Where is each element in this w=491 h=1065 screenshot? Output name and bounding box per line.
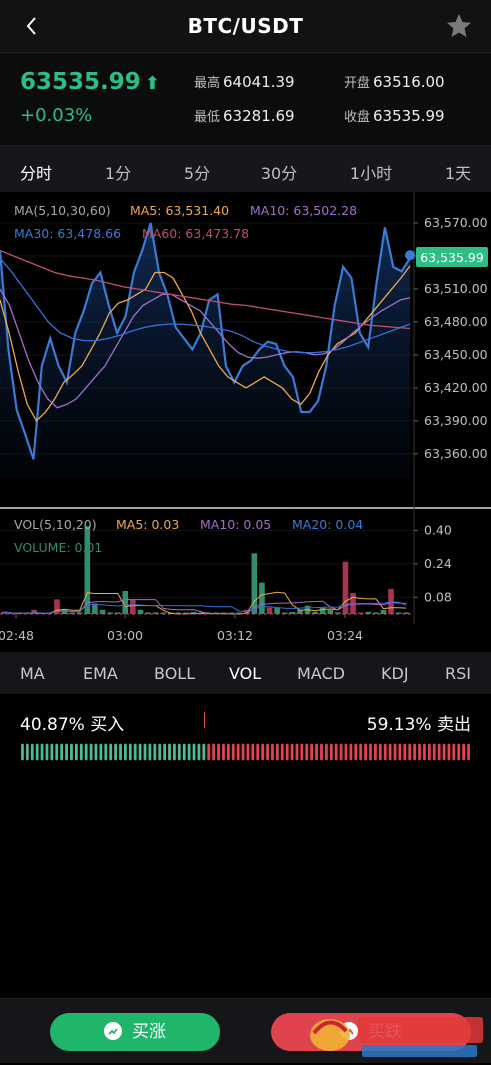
vol-legend-volume: VOLUME: 0.01 [14,540,102,555]
main-legend-ma30: MA30: 63,478.66 [14,226,121,241]
sell-percent: 59.13% 卖出 [366,715,471,735]
volume-bar [327,609,334,614]
close-stat: 收盘 63535.99 [344,107,445,125]
x-tick-label: 03:00 [107,628,143,643]
trend-up-icon [104,1022,122,1040]
chart-canvas[interactable]: 63,570.0063,540.0063,510.0063,480.0063,4… [0,192,491,652]
timeframe-tabs: 分时 1分 5分 30分 1小时 1天 [0,146,491,192]
tab-1hour[interactable]: 1小时 [336,160,406,184]
vol-legend-ma20: MA20: 0.04 [292,517,363,532]
last-price-tag: 63,535.99 [416,247,488,267]
vol-tick-label: 0.24 [424,556,452,571]
price-area [0,223,410,478]
indicator-boll[interactable]: BOLL [154,664,195,683]
vol-legend: VOL(5,10,20) [14,517,97,532]
main-legend-ma: MA(5,10,30,60) [14,203,111,218]
volume-bar [137,609,144,614]
main-legend-ma60: MA60: 63,473.78 [142,226,249,241]
high-stat: 最高 64041.39 [194,73,295,91]
volume-bar [274,607,280,614]
volume-bar [259,582,265,614]
indicator-kdj[interactable]: KDJ [381,664,409,683]
volume-bar [380,609,387,614]
price-change: +0.03% [20,105,93,126]
y-tick-label: 63,420.00 [424,380,488,395]
ratio-marker [204,712,205,728]
buy-up-button[interactable]: 买涨 [50,1013,220,1051]
y-tick-label: 63,570.00 [424,215,488,230]
indicator-tabs: MA EMA BOLL VOL MACD KDJ RSI [0,652,491,694]
volume-bar [388,588,394,614]
main-legend-ma5: MA5: 63,531.40 [130,203,229,218]
indicator-ema[interactable]: EMA [83,664,118,683]
last-price: 63535.99 ⬆ [20,69,160,95]
x-tick-label: 03:12 [217,628,253,643]
tab-1min[interactable]: 1分 [83,160,153,184]
y-tick-label: 63,480.00 [424,314,488,329]
main-legend-ma10: MA10: 63,502.28 [250,203,357,218]
top-bar: BTC/USDT [0,0,491,53]
tab-1day[interactable]: 1天 [423,160,491,184]
x-tick-label: 03:24 [327,628,363,643]
volume-bar [130,599,136,614]
tab-timeline[interactable]: 分时 [1,160,71,184]
last-price-dot [405,250,415,261]
ratio-bar [21,743,470,761]
indicator-ma[interactable]: MA [20,664,45,683]
last-price-tag-text: 63,535.99 [420,250,484,265]
up-arrow-icon: ⬆ [144,73,160,94]
y-tick-label: 63,450.00 [424,347,488,362]
buy-sell-ratio: 40.87% 买入 59.13% 卖出 [0,694,491,784]
open-stat: 开盘 63516.00 [344,73,445,91]
tab-30min[interactable]: 30分 [244,160,314,184]
vol-legend-ma5: MA5: 0.03 [116,517,179,532]
volume-bar [61,609,68,614]
low-stat: 最低 63281.69 [194,107,295,125]
tab-5min[interactable]: 5分 [162,160,232,184]
volume-bar [319,607,326,614]
vol-tick-label: 0.08 [424,589,452,604]
watermark-logo [304,1003,489,1061]
vol-tick-label: 0.40 [424,522,452,537]
buy-percent: 40.87% 买入 [20,715,125,735]
vol-legend-ma10: MA10: 0.05 [200,517,271,532]
volume-bar [99,609,106,614]
kline-chart[interactable]: 63,570.0063,540.0063,510.0063,480.0063,4… [0,192,491,652]
page-title: BTC/USDT [187,14,304,38]
indicator-rsi[interactable]: RSI [445,664,471,683]
buy-up-label: 买涨 [132,1022,166,1042]
x-tick-label: 02:48 [0,628,34,643]
volume-bar [92,603,98,614]
y-tick-label: 63,360.00 [424,446,488,461]
indicator-vol[interactable]: VOL [229,664,261,683]
ticker-panel: 63535.99 ⬆ +0.03% 最高 64041.39 最低 63281.69 开… [0,53,491,146]
indicator-macd[interactable]: MACD [297,664,345,683]
y-tick-label: 63,390.00 [424,413,488,428]
volume-bar [266,607,273,614]
y-tick-label: 63,510.00 [424,281,488,296]
star-icon[interactable] [445,12,473,40]
